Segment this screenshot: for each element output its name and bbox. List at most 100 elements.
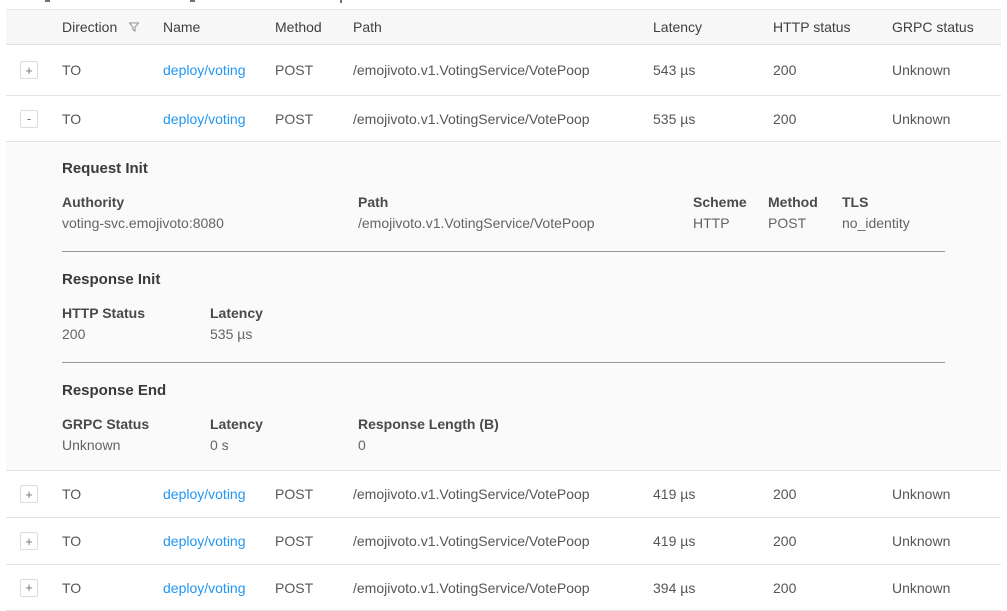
expand-row-button[interactable]: + xyxy=(20,532,38,550)
resource-link[interactable]: deploy/voting xyxy=(163,486,246,502)
column-header-latency: Latency xyxy=(653,19,773,35)
column-header-http-status: HTTP status xyxy=(773,19,892,35)
table-header-row: Direction Name Method Path Latency HTTP … xyxy=(6,9,1001,45)
collapse-row-button[interactable]: - xyxy=(20,110,38,128)
request-init-fields: Authority voting-svc.emojivoto:8080 Path… xyxy=(62,192,945,234)
column-header-grpc-status: GRPC status xyxy=(892,19,1001,35)
method-cell: POST xyxy=(275,580,353,596)
table-row: + TO deploy/voting POST /emojivoto.v1.Vo… xyxy=(6,518,1001,565)
http-status-cell: 200 xyxy=(773,533,892,549)
column-header-path: Path xyxy=(353,19,653,35)
field-label: TLS xyxy=(842,192,945,212)
grpc-status-cell: Unknown xyxy=(892,111,1001,127)
detail-field: Scheme HTTP xyxy=(693,192,768,234)
field-label: Scheme xyxy=(693,192,768,212)
clipped-text-fragment xyxy=(340,0,342,3)
grpc-status-cell: Unknown xyxy=(892,533,1001,549)
expander-cell: + xyxy=(6,485,62,503)
latency-cell: 419 µs xyxy=(653,533,773,549)
name-cell: deploy/voting xyxy=(163,62,275,78)
expand-row-button[interactable]: + xyxy=(20,61,38,79)
name-cell: deploy/voting xyxy=(163,486,275,502)
detail-field: Path /emojivoto.v1.VotingService/VotePoo… xyxy=(358,192,693,234)
table-row: + TO deploy/voting POST /emojivoto.v1.Vo… xyxy=(6,471,1001,518)
field-value: /emojivoto.v1.VotingService/VotePoop xyxy=(358,212,693,234)
section-divider xyxy=(62,362,945,363)
direction-cell: TO xyxy=(62,486,163,502)
http-status-cell: 200 xyxy=(773,486,892,502)
expand-row-button[interactable]: + xyxy=(20,485,38,503)
filter-icon[interactable] xyxy=(127,20,141,34)
http-status-cell: 200 xyxy=(773,580,892,596)
clipped-top-text xyxy=(0,0,1007,9)
table-row: + TO deploy/voting POST /emojivoto.v1.Vo… xyxy=(6,565,1001,611)
detail-field: HTTP Status 200 xyxy=(62,303,210,345)
method-cell: POST xyxy=(275,111,353,127)
detail-field: TLS no_identity xyxy=(842,192,945,234)
latency-cell: 543 µs xyxy=(653,62,773,78)
resource-link[interactable]: deploy/voting xyxy=(163,533,246,549)
table-row-expanded: - TO deploy/voting POST /emojivoto.v1.Vo… xyxy=(6,96,1001,142)
resource-link[interactable]: deploy/voting xyxy=(163,62,246,78)
field-label: Latency xyxy=(210,414,358,434)
latency-cell: 394 µs xyxy=(653,580,773,596)
detail-field: Latency 535 µs xyxy=(210,303,358,345)
response-init-fields: HTTP Status 200 Latency 535 µs xyxy=(62,303,945,345)
column-header-name: Name xyxy=(163,19,275,35)
field-value: 0 s xyxy=(210,434,358,456)
field-label: Method xyxy=(768,192,842,212)
section-title-request-init: Request Init xyxy=(62,161,945,177)
expander-cell: + xyxy=(6,532,62,550)
tap-results-table: Direction Name Method Path Latency HTTP … xyxy=(6,9,1001,611)
http-status-cell: 200 xyxy=(773,62,892,78)
direction-cell: TO xyxy=(62,62,163,78)
method-cell: POST xyxy=(275,533,353,549)
expanded-detail-panel: Request Init Authority voting-svc.emojiv… xyxy=(6,142,1001,471)
method-cell: POST xyxy=(275,62,353,78)
direction-cell: TO xyxy=(62,533,163,549)
http-status-cell: 200 xyxy=(773,111,892,127)
section-title-response-end: Response End xyxy=(62,383,945,399)
field-label: Response Length (B) xyxy=(358,414,945,434)
field-label: Path xyxy=(358,192,693,212)
detail-field: Response Length (B) 0 xyxy=(358,414,945,456)
column-header-method: Method xyxy=(275,19,353,35)
field-value: HTTP xyxy=(693,212,768,234)
response-end-fields: GRPC Status Unknown Latency 0 s Response… xyxy=(62,414,945,456)
path-cell: /emojivoto.v1.VotingService/VotePoop xyxy=(353,62,653,78)
path-cell: /emojivoto.v1.VotingService/VotePoop xyxy=(353,486,653,502)
direction-cell: TO xyxy=(62,111,163,127)
field-value: POST xyxy=(768,212,842,234)
name-cell: deploy/voting xyxy=(163,111,275,127)
path-cell: /emojivoto.v1.VotingService/VotePoop xyxy=(353,580,653,596)
section-divider xyxy=(62,251,945,252)
table-row: + TO deploy/voting POST /emojivoto.v1.Vo… xyxy=(6,45,1001,96)
detail-field: Method POST xyxy=(768,192,842,234)
field-label: GRPC Status xyxy=(62,414,210,434)
latency-cell: 535 µs xyxy=(653,111,773,127)
field-value: 535 µs xyxy=(210,323,358,345)
grpc-status-cell: Unknown xyxy=(892,580,1001,596)
resource-link[interactable]: deploy/voting xyxy=(163,580,246,596)
path-cell: /emojivoto.v1.VotingService/VotePoop xyxy=(353,533,653,549)
grpc-status-cell: Unknown xyxy=(892,62,1001,78)
field-value: no_identity xyxy=(842,212,945,234)
field-value: 0 xyxy=(358,434,945,456)
clipped-text-fragment xyxy=(45,0,50,2)
path-cell: /emojivoto.v1.VotingService/VotePoop xyxy=(353,111,653,127)
expander-cell: + xyxy=(6,579,62,597)
field-value: Unknown xyxy=(62,434,210,456)
section-title-response-init: Response Init xyxy=(62,272,945,288)
resource-link[interactable]: deploy/voting xyxy=(163,111,246,127)
field-value: voting-svc.emojivoto:8080 xyxy=(62,212,358,234)
latency-cell: 419 µs xyxy=(653,486,773,502)
detail-field: Latency 0 s xyxy=(210,414,358,456)
expand-row-button[interactable]: + xyxy=(20,579,38,597)
detail-field: GRPC Status Unknown xyxy=(62,414,210,456)
field-label: HTTP Status xyxy=(62,303,210,323)
field-label: Latency xyxy=(210,303,358,323)
expander-cell: + xyxy=(6,61,62,79)
field-value: 200 xyxy=(62,323,210,345)
detail-field: Authority voting-svc.emojivoto:8080 xyxy=(62,192,358,234)
name-cell: deploy/voting xyxy=(163,580,275,596)
